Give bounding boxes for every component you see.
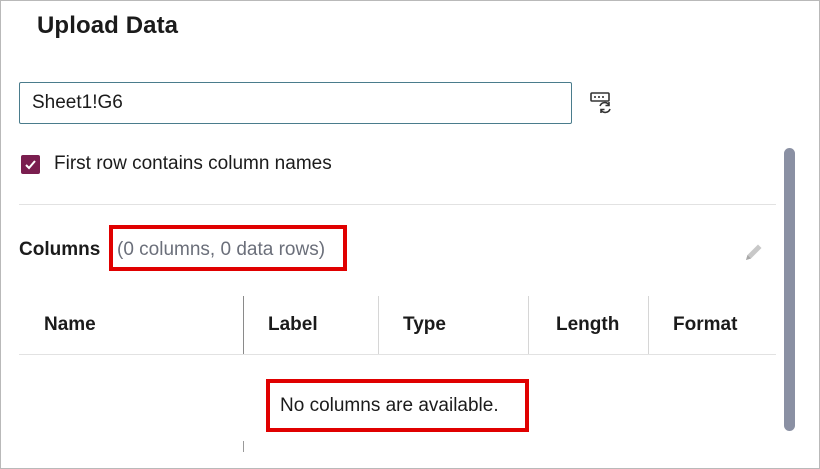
first-row-label: First row contains column names <box>54 153 332 174</box>
dialog-title: Upload Data <box>37 12 179 39</box>
pencil-icon <box>746 244 762 260</box>
column-header-type[interactable]: Type <box>403 314 446 336</box>
column-separator <box>648 296 649 354</box>
range-input[interactable] <box>19 82 572 124</box>
refresh-range-button[interactable] <box>588 89 616 117</box>
column-header-length[interactable]: Length <box>556 314 619 336</box>
first-row-option: First row contains column names <box>21 153 332 175</box>
column-header-label[interactable]: Label <box>268 314 318 336</box>
empty-message-highlight <box>266 379 529 432</box>
column-resize-handle[interactable] <box>243 296 244 354</box>
refresh-sheet-icon <box>590 92 611 114</box>
column-header-name[interactable]: Name <box>44 314 96 336</box>
vertical-scrollbar[interactable] <box>784 148 795 431</box>
column-resize-marker <box>243 441 244 452</box>
column-separator <box>528 296 529 354</box>
column-header-format[interactable]: Format <box>673 314 737 336</box>
columns-title: Columns <box>19 239 101 260</box>
first-row-checkbox[interactable] <box>21 154 40 174</box>
section-divider <box>19 204 776 205</box>
column-separator <box>378 296 379 354</box>
edit-columns-button[interactable] <box>742 240 766 264</box>
columns-summary-highlight <box>109 225 347 271</box>
table-header-divider <box>19 354 776 355</box>
checkmark-icon <box>25 159 36 169</box>
